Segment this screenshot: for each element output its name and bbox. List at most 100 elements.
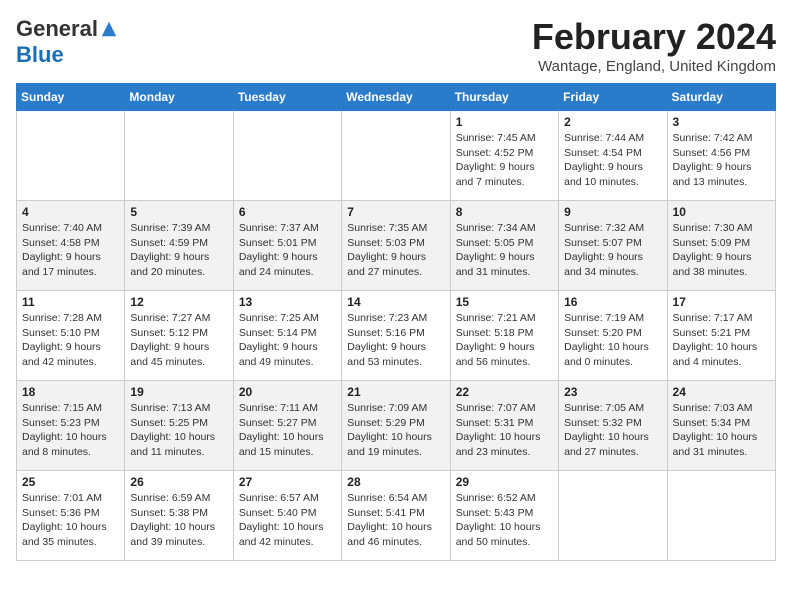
day-number: 29 — [456, 475, 553, 489]
day-number: 21 — [347, 385, 444, 399]
calendar-cell: 16 Sunrise: 7:19 AMSunset: 5:20 PMDayligh… — [559, 291, 667, 381]
day-number: 27 — [239, 475, 336, 489]
calendar-cell: 12 Sunrise: 7:27 AMSunset: 5:12 PMDayligh… — [125, 291, 233, 381]
day-info: Sunrise: 7:45 AMSunset: 4:52 PMDaylight:… — [456, 131, 553, 190]
calendar-cell: 9 Sunrise: 7:32 AMSunset: 5:07 PMDaylight… — [559, 201, 667, 291]
day-number: 15 — [456, 295, 553, 309]
calendar: SundayMondayTuesdayWednesdayThursdayFrid… — [16, 83, 776, 561]
calendar-cell — [342, 111, 450, 201]
calendar-cell: 8 Sunrise: 7:34 AMSunset: 5:05 PMDaylight… — [450, 201, 558, 291]
day-info: Sunrise: 7:09 AMSunset: 5:29 PMDaylight:… — [347, 401, 444, 460]
day-number: 25 — [22, 475, 119, 489]
day-info: Sunrise: 7:23 AMSunset: 5:16 PMDaylight:… — [347, 311, 444, 370]
day-number: 1 — [456, 115, 553, 129]
day-number: 23 — [564, 385, 661, 399]
day-info: Sunrise: 7:19 AMSunset: 5:20 PMDaylight:… — [564, 311, 661, 370]
calendar-cell: 20 Sunrise: 7:11 AMSunset: 5:27 PMDayligh… — [233, 381, 341, 471]
day-info: Sunrise: 7:27 AMSunset: 5:12 PMDaylight:… — [130, 311, 227, 370]
day-number: 4 — [22, 205, 119, 219]
day-number: 24 — [673, 385, 770, 399]
calendar-cell: 13 Sunrise: 7:25 AMSunset: 5:14 PMDayligh… — [233, 291, 341, 381]
day-number: 14 — [347, 295, 444, 309]
calendar-cell: 19Sunrise: 7:13 AMSunset: 5:25 PMDayligh… — [125, 381, 233, 471]
logo-general-text: General — [16, 16, 98, 42]
weekday-header-friday: Friday — [559, 84, 667, 111]
day-number: 18 — [22, 385, 119, 399]
day-number: 3 — [673, 115, 770, 129]
day-info: Sunrise: 7:37 AMSunset: 5:01 PMDaylight:… — [239, 221, 336, 280]
day-info: Sunrise: 7:11 AMSunset: 5:27 PMDaylight:… — [239, 401, 336, 460]
calendar-cell — [233, 111, 341, 201]
calendar-cell: 1 Sunrise: 7:45 AMSunset: 4:52 PMDaylight… — [450, 111, 558, 201]
day-info: Sunrise: 6:52 AMSunset: 5:43 PMDaylight:… — [456, 491, 553, 550]
day-number: 9 — [564, 205, 661, 219]
day-info: Sunrise: 7:03 AMSunset: 5:34 PMDaylight:… — [673, 401, 770, 460]
day-number: 20 — [239, 385, 336, 399]
day-number: 22 — [456, 385, 553, 399]
day-number: 7 — [347, 205, 444, 219]
weekday-header-monday: Monday — [125, 84, 233, 111]
day-info: Sunrise: 7:21 AMSunset: 5:18 PMDaylight:… — [456, 311, 553, 370]
calendar-cell: 11 Sunrise: 7:28 AMSunset: 5:10 PMDayligh… — [17, 291, 125, 381]
title-block: February 2024 Wantage, England, United K… — [532, 16, 776, 75]
calendar-cell — [17, 111, 125, 201]
day-number: 17 — [673, 295, 770, 309]
calendar-cell: 25 Sunrise: 7:01 AMSunset: 5:36 PMDayligh… — [17, 471, 125, 561]
day-info: Sunrise: 7:30 AMSunset: 5:09 PMDaylight:… — [673, 221, 770, 280]
calendar-cell: 27 Sunrise: 6:57 AMSunset: 5:40 PMDayligh… — [233, 471, 341, 561]
logo-icon — [100, 20, 118, 38]
day-info: Sunrise: 7:17 AMSunset: 5:21 PMDaylight:… — [673, 311, 770, 370]
calendar-cell: 3Sunrise: 7:42 AMSunset: 4:56 PMDaylight… — [667, 111, 775, 201]
calendar-cell: 21 Sunrise: 7:09 AMSunset: 5:29 PMDayligh… — [342, 381, 450, 471]
day-number: 8 — [456, 205, 553, 219]
day-number: 10 — [673, 205, 770, 219]
calendar-cell: 10 Sunrise: 7:30 AMSunset: 5:09 PMDayligh… — [667, 201, 775, 291]
day-number: 6 — [239, 205, 336, 219]
calendar-cell: 14 Sunrise: 7:23 AMSunset: 5:16 PMDayligh… — [342, 291, 450, 381]
day-number: 16 — [564, 295, 661, 309]
day-info: Sunrise: 7:05 AMSunset: 5:32 PMDaylight:… — [564, 401, 661, 460]
day-number: 11 — [22, 295, 119, 309]
month-title: February 2024 — [532, 16, 776, 58]
day-info: Sunrise: 7:32 AMSunset: 5:07 PMDaylight:… — [564, 221, 661, 280]
calendar-cell: 5 Sunrise: 7:39 AMSunset: 4:59 PMDaylight… — [125, 201, 233, 291]
day-number: 2 — [564, 115, 661, 129]
calendar-cell: 4 Sunrise: 7:40 AMSunset: 4:58 PMDaylight… — [17, 201, 125, 291]
calendar-cell: 23 Sunrise: 7:05 AMSunset: 5:32 PMDayligh… — [559, 381, 667, 471]
day-info: Sunrise: 7:28 AMSunset: 5:10 PMDaylight:… — [22, 311, 119, 370]
logo-blue-text: Blue — [16, 42, 118, 68]
calendar-cell: 17 Sunrise: 7:17 AMSunset: 5:21 PMDayligh… — [667, 291, 775, 381]
weekday-header-thursday: Thursday — [450, 84, 558, 111]
day-info: Sunrise: 6:59 AMSunset: 5:38 PMDaylight:… — [130, 491, 227, 550]
day-number: 19 — [130, 385, 227, 399]
calendar-cell — [667, 471, 775, 561]
day-info: Sunrise: 7:34 AMSunset: 5:05 PMDaylight:… — [456, 221, 553, 280]
calendar-cell: 28 Sunrise: 6:54 AMSunset: 5:41 PMDayligh… — [342, 471, 450, 561]
calendar-cell: 6 Sunrise: 7:37 AMSunset: 5:01 PMDaylight… — [233, 201, 341, 291]
calendar-cell: 29 Sunrise: 6:52 AMSunset: 5:43 PMDayligh… — [450, 471, 558, 561]
calendar-cell: 18 Sunrise: 7:15 AMSunset: 5:23 PMDayligh… — [17, 381, 125, 471]
day-info: Sunrise: 7:07 AMSunset: 5:31 PMDaylight:… — [456, 401, 553, 460]
day-info: Sunrise: 6:57 AMSunset: 5:40 PMDaylight:… — [239, 491, 336, 550]
calendar-cell: 2Sunrise: 7:44 AMSunset: 4:54 PMDaylight… — [559, 111, 667, 201]
day-number: 13 — [239, 295, 336, 309]
calendar-cell — [559, 471, 667, 561]
day-info: Sunrise: 7:25 AMSunset: 5:14 PMDaylight:… — [239, 311, 336, 370]
day-number: 5 — [130, 205, 227, 219]
calendar-cell: 7Sunrise: 7:35 AMSunset: 5:03 PMDaylight… — [342, 201, 450, 291]
day-info: Sunrise: 6:54 AMSunset: 5:41 PMDaylight:… — [347, 491, 444, 550]
day-number: 12 — [130, 295, 227, 309]
day-info: Sunrise: 7:01 AMSunset: 5:36 PMDaylight:… — [22, 491, 119, 550]
weekday-header-sunday: Sunday — [17, 84, 125, 111]
day-info: Sunrise: 7:40 AMSunset: 4:58 PMDaylight:… — [22, 221, 119, 280]
weekday-header-wednesday: Wednesday — [342, 84, 450, 111]
day-number: 26 — [130, 475, 227, 489]
calendar-cell: 22 Sunrise: 7:07 AMSunset: 5:31 PMDayligh… — [450, 381, 558, 471]
day-info: Sunrise: 7:15 AMSunset: 5:23 PMDaylight:… — [22, 401, 119, 460]
weekday-header-tuesday: Tuesday — [233, 84, 341, 111]
day-number: 28 — [347, 475, 444, 489]
calendar-cell: 15 Sunrise: 7:21 AMSunset: 5:18 PMDayligh… — [450, 291, 558, 381]
weekday-header-saturday: Saturday — [667, 84, 775, 111]
day-info: Sunrise: 7:39 AMSunset: 4:59 PMDaylight:… — [130, 221, 227, 280]
location: Wantage, England, United Kingdom — [532, 58, 776, 75]
